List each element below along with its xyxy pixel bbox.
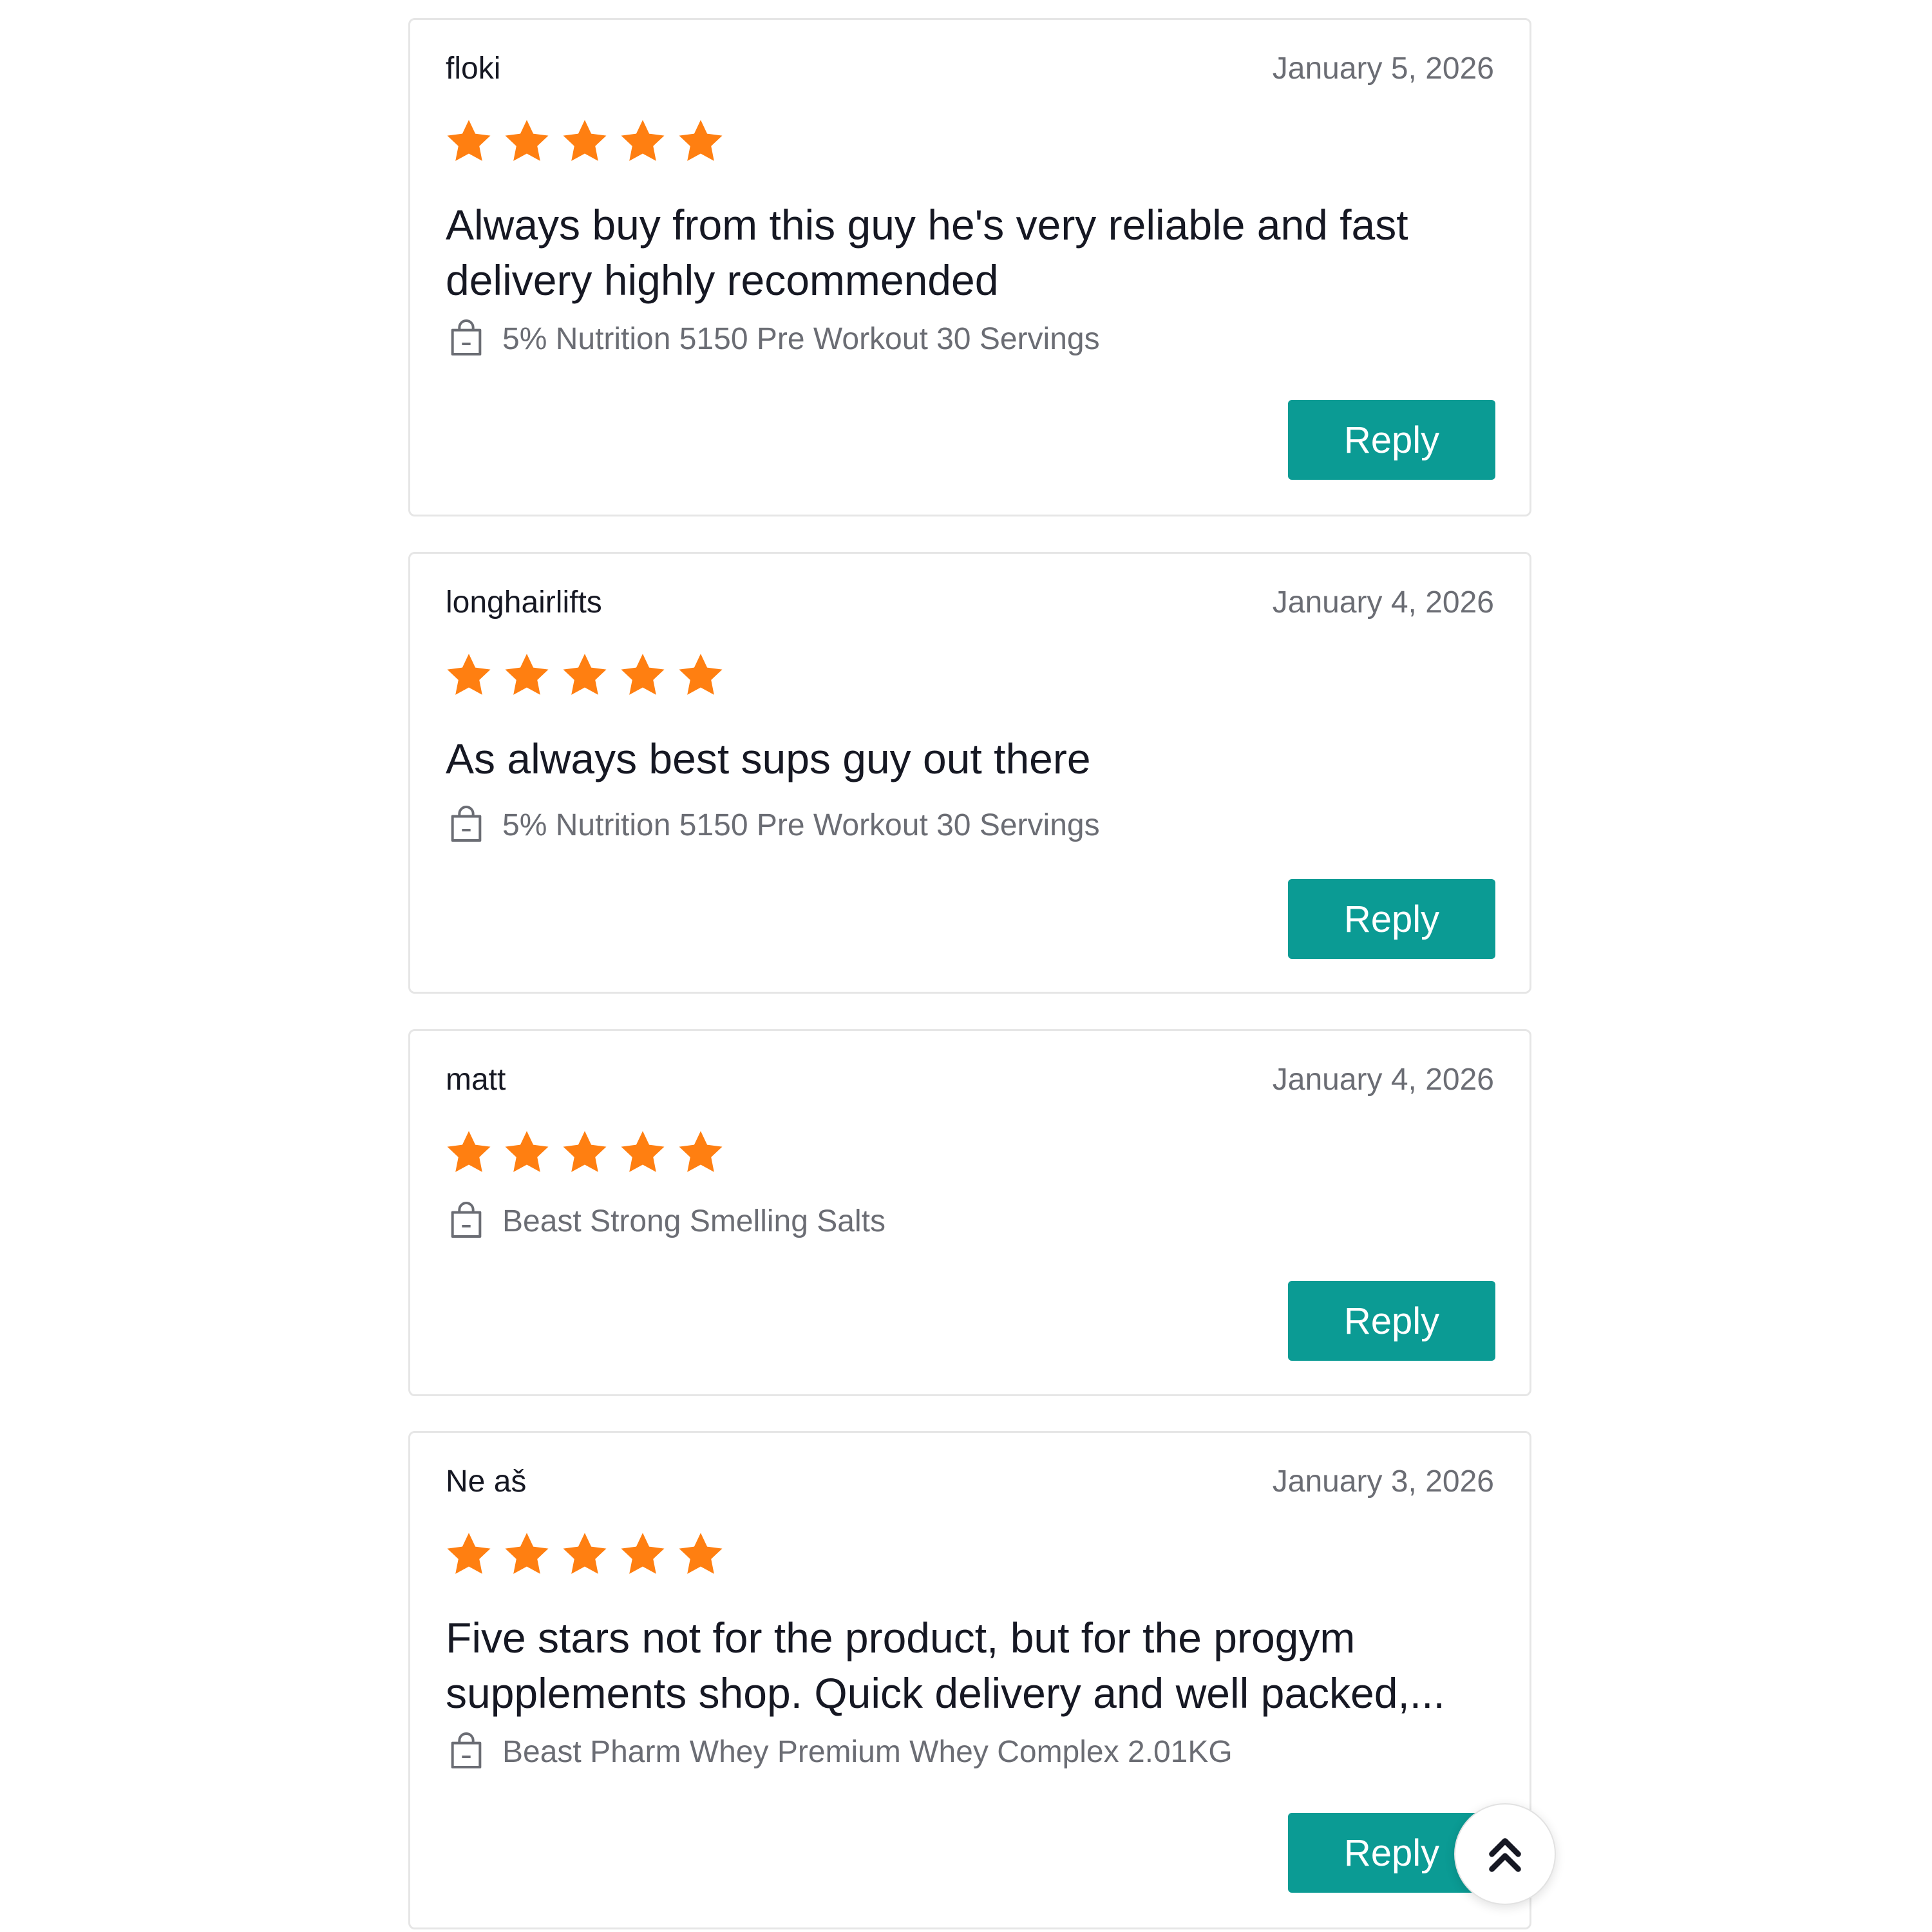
scroll-to-top-button[interactable] xyxy=(1454,1803,1556,1905)
reviewer-name: floki xyxy=(446,52,501,86)
product-name: 5% Nutrition 5150 Pre Workout 30 Serving… xyxy=(502,808,1100,842)
star-icon xyxy=(676,117,726,167)
star-icon xyxy=(444,1128,494,1178)
star-icon xyxy=(502,1128,552,1178)
reviewer-name: matt xyxy=(446,1063,506,1097)
review-card: matt January 4, 2026 Beast Strong Smelli… xyxy=(408,1029,1531,1396)
star-rating xyxy=(444,650,734,702)
star-icon xyxy=(676,1530,726,1580)
double-chevron-up-icon xyxy=(1482,1832,1528,1877)
reply-button[interactable]: Reply xyxy=(1288,1281,1495,1361)
star-icon xyxy=(560,1530,610,1580)
reply-button[interactable]: Reply xyxy=(1288,879,1495,959)
review-card: longhairlifts January 4, 2026 As always … xyxy=(408,552,1531,994)
star-icon xyxy=(676,650,726,701)
reply-button[interactable]: Reply xyxy=(1288,400,1495,480)
review-card: Ne aš January 3, 2026 Five stars not for… xyxy=(408,1431,1531,1929)
star-rating xyxy=(444,1128,734,1179)
reviewer-name: Ne aš xyxy=(446,1464,527,1499)
shopping-bag-icon xyxy=(446,1200,487,1242)
review-text: As always best sups guy out there xyxy=(446,735,1091,782)
review-date: January 4, 2026 xyxy=(1272,585,1494,620)
product-name: Beast Strong Smelling Salts xyxy=(502,1204,886,1238)
star-icon xyxy=(560,650,610,701)
review-text: Five stars not for the product, but for … xyxy=(446,1614,1445,1717)
star-icon xyxy=(444,117,494,167)
product-name: Beast Pharm Whey Premium Whey Complex 2.… xyxy=(502,1734,1233,1769)
product-link[interactable]: 5% Nutrition 5150 Pre Workout 30 Serving… xyxy=(446,316,1100,361)
product-link[interactable]: Beast Pharm Whey Premium Whey Complex 2.… xyxy=(446,1729,1233,1774)
review-list: floki January 5, 2026 Always buy from th… xyxy=(0,0,1932,1932)
review-date: January 4, 2026 xyxy=(1272,1063,1494,1097)
star-icon xyxy=(618,117,668,167)
product-link[interactable]: 5% Nutrition 5150 Pre Workout 30 Serving… xyxy=(446,802,1100,848)
star-icon xyxy=(618,1530,668,1580)
reviewer-name: longhairlifts xyxy=(446,585,602,620)
star-icon xyxy=(560,117,610,167)
star-icon xyxy=(560,1128,610,1178)
shopping-bag-icon xyxy=(446,804,487,846)
star-rating xyxy=(444,1530,734,1581)
star-icon xyxy=(444,1530,494,1580)
review-date: January 5, 2026 xyxy=(1272,52,1494,86)
review-date: January 3, 2026 xyxy=(1272,1464,1494,1499)
star-icon xyxy=(444,650,494,701)
review-card: floki January 5, 2026 Always buy from th… xyxy=(408,18,1531,516)
shopping-bag-icon xyxy=(446,318,487,359)
product-name: 5% Nutrition 5150 Pre Workout 30 Serving… xyxy=(502,321,1100,356)
star-icon xyxy=(618,1128,668,1178)
star-icon xyxy=(502,117,552,167)
shopping-bag-icon xyxy=(446,1731,487,1772)
review-text: Always buy from this guy he's very relia… xyxy=(446,201,1408,304)
star-rating xyxy=(444,117,734,168)
star-icon xyxy=(676,1128,726,1178)
star-icon xyxy=(618,650,668,701)
star-icon xyxy=(502,1530,552,1580)
star-icon xyxy=(502,650,552,701)
product-link[interactable]: Beast Strong Smelling Salts xyxy=(446,1198,886,1244)
